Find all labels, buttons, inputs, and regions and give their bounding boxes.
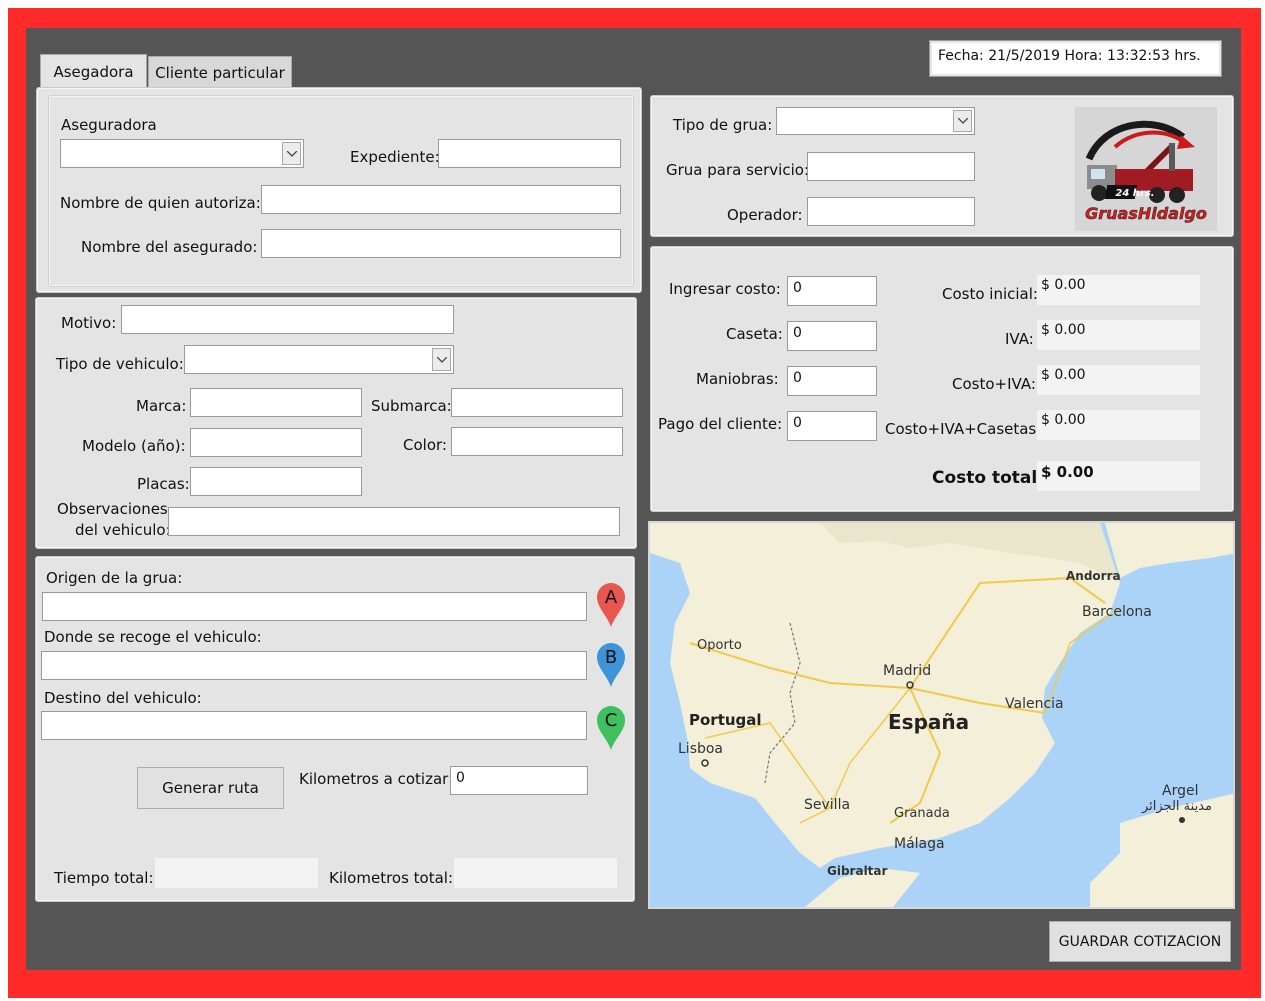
tiempo-total-label: Tiempo total:: [54, 869, 154, 887]
marca-label: Marca:: [136, 397, 187, 415]
svg-text:C: C: [605, 710, 618, 731]
route-map[interactable]: Andorra Barcelona Oporto Madrid Valencia…: [648, 521, 1235, 909]
iva-label: IVA:: [1005, 330, 1034, 348]
color-input[interactable]: [451, 427, 623, 456]
chevron-down-icon[interactable]: [432, 348, 451, 371]
tiempo-total-value: [155, 858, 318, 888]
svg-text:24 hrs.: 24 hrs.: [1115, 188, 1154, 199]
tipo-grua-select[interactable]: [776, 107, 975, 135]
map-label-portugal: Portugal: [689, 711, 762, 729]
marca-input[interactable]: [190, 388, 362, 417]
asegurado-label: Nombre del asegurado:: [81, 238, 258, 256]
tab-asegadora[interactable]: Asegadora: [40, 54, 147, 89]
aseguradora-select[interactable]: [60, 139, 304, 168]
tipo-vehiculo-select[interactable]: [184, 345, 454, 374]
origen-input[interactable]: [42, 592, 587, 621]
observaciones-label-2: del vehiculo:: [75, 521, 171, 539]
tab-cliente-particular[interactable]: Cliente particular: [148, 56, 292, 88]
costo-iva-value: $ 0.00: [1037, 365, 1200, 395]
aseguradora-label: Aseguradora: [61, 116, 157, 134]
pin-a-icon: A: [596, 582, 626, 628]
grua-servicio-label: Grua para servicio:: [666, 161, 809, 179]
map-label-lisboa: Lisboa: [678, 741, 724, 757]
expediente-label: Expediente:: [350, 148, 440, 166]
modelo-input[interactable]: [190, 428, 362, 457]
tipo-vehiculo-label: Tipo de vehiculo:: [56, 355, 184, 373]
datetime-text: Fecha: 21/5/2019 Hora: 13:32:53 hrs.: [938, 48, 1201, 64]
map-label-argel: Argel: [1162, 783, 1199, 799]
placas-input[interactable]: [190, 467, 362, 496]
destino-input[interactable]: [41, 711, 587, 740]
destino-label: Destino del vehiculo:: [44, 689, 202, 707]
ingresar-costo-label: Ingresar costo:: [669, 280, 781, 298]
maniobras-input[interactable]: 0: [787, 366, 877, 396]
origen-label: Origen de la grua:: [46, 569, 183, 587]
costo-total-value: $ 0.00: [1037, 461, 1200, 491]
chevron-down-icon[interactable]: [282, 142, 301, 165]
km-cotizar-label: Kilometros a cotizar: [299, 770, 449, 788]
asegurado-input[interactable]: [261, 229, 621, 258]
map-label-gibraltar: Gibraltar: [827, 864, 888, 878]
map-label-malaga: Málaga: [894, 836, 945, 852]
autoriza-label: Nombre de quien autoriza:: [60, 194, 261, 212]
generar-ruta-button[interactable]: Generar ruta: [137, 767, 284, 809]
motivo-label: Motivo:: [61, 314, 117, 332]
km-total-value: [454, 858, 617, 888]
gruas-hidalgo-logo: 24 hrs. GruasHidalgo: [1075, 107, 1217, 231]
caseta-label: Caseta:: [726, 325, 783, 343]
chevron-down-icon[interactable]: [953, 110, 972, 132]
costo-iva-label: Costo+IVA:: [952, 375, 1036, 393]
map-label-oporto: Oporto: [697, 638, 742, 653]
km-cotizar-input[interactable]: 0: [450, 766, 588, 795]
pago-cliente-label: Pago del cliente:: [658, 415, 783, 433]
costo-inicial-label: Costo inicial:: [942, 285, 1038, 303]
maniobras-label: Maniobras:: [696, 370, 779, 388]
observaciones-input[interactable]: [168, 507, 620, 536]
costo-iva-casetas-value: $ 0.00: [1037, 410, 1200, 440]
map-label-barcelona: Barcelona: [1082, 604, 1152, 620]
operador-label: Operador:: [727, 206, 803, 224]
modelo-label: Modelo (año):: [82, 437, 186, 455]
iva-value: $ 0.00: [1037, 320, 1200, 350]
caseta-input[interactable]: 0: [787, 321, 877, 351]
recoge-input[interactable]: [41, 651, 587, 680]
motivo-input[interactable]: [121, 305, 454, 334]
expediente-input[interactable]: [438, 139, 621, 168]
pago-cliente-input[interactable]: 0: [787, 411, 877, 441]
svg-text:B: B: [605, 647, 617, 668]
ingresar-costo-input[interactable]: 0: [787, 276, 877, 306]
tipo-grua-label: Tipo de grua:: [673, 116, 773, 134]
costo-inicial-value: $ 0.00: [1037, 275, 1200, 305]
guardar-cotizacion-button[interactable]: GUARDAR COTIZACION: [1049, 921, 1231, 962]
pin-c-icon: C: [596, 705, 626, 751]
costo-iva-casetas-label: Costo+IVA+Casetas:: [885, 420, 1042, 438]
submarca-label: Submarca:: [371, 397, 452, 415]
placas-label: Placas:: [137, 475, 190, 493]
operador-input[interactable]: [807, 197, 975, 226]
svg-text:A: A: [605, 587, 618, 608]
color-label: Color:: [403, 436, 447, 454]
map-label-madrid: Madrid: [883, 663, 932, 679]
autoriza-input[interactable]: [261, 185, 621, 214]
submarca-input[interactable]: [451, 388, 623, 417]
km-total-label: Kilometros total:: [329, 869, 454, 887]
observaciones-label: Observaciones: [57, 500, 168, 518]
map-label-espana: España: [888, 710, 970, 734]
map-label-argel-ar: مدينة الجزائر: [1142, 799, 1212, 814]
map-label-granada: Granada: [894, 806, 950, 821]
costo-total-label: Costo total:: [932, 468, 1045, 488]
grua-servicio-input[interactable]: [807, 152, 975, 181]
map-label-sevilla: Sevilla: [804, 797, 851, 813]
pin-b-icon: B: [596, 642, 626, 688]
map-label-andorra: Andorra: [1066, 569, 1121, 583]
svg-text:GruasHidalgo: GruasHidalgo: [1085, 204, 1207, 223]
map-label-valencia: Valencia: [1005, 696, 1064, 712]
recoge-label: Donde se recoge el vehiculo:: [44, 628, 262, 646]
